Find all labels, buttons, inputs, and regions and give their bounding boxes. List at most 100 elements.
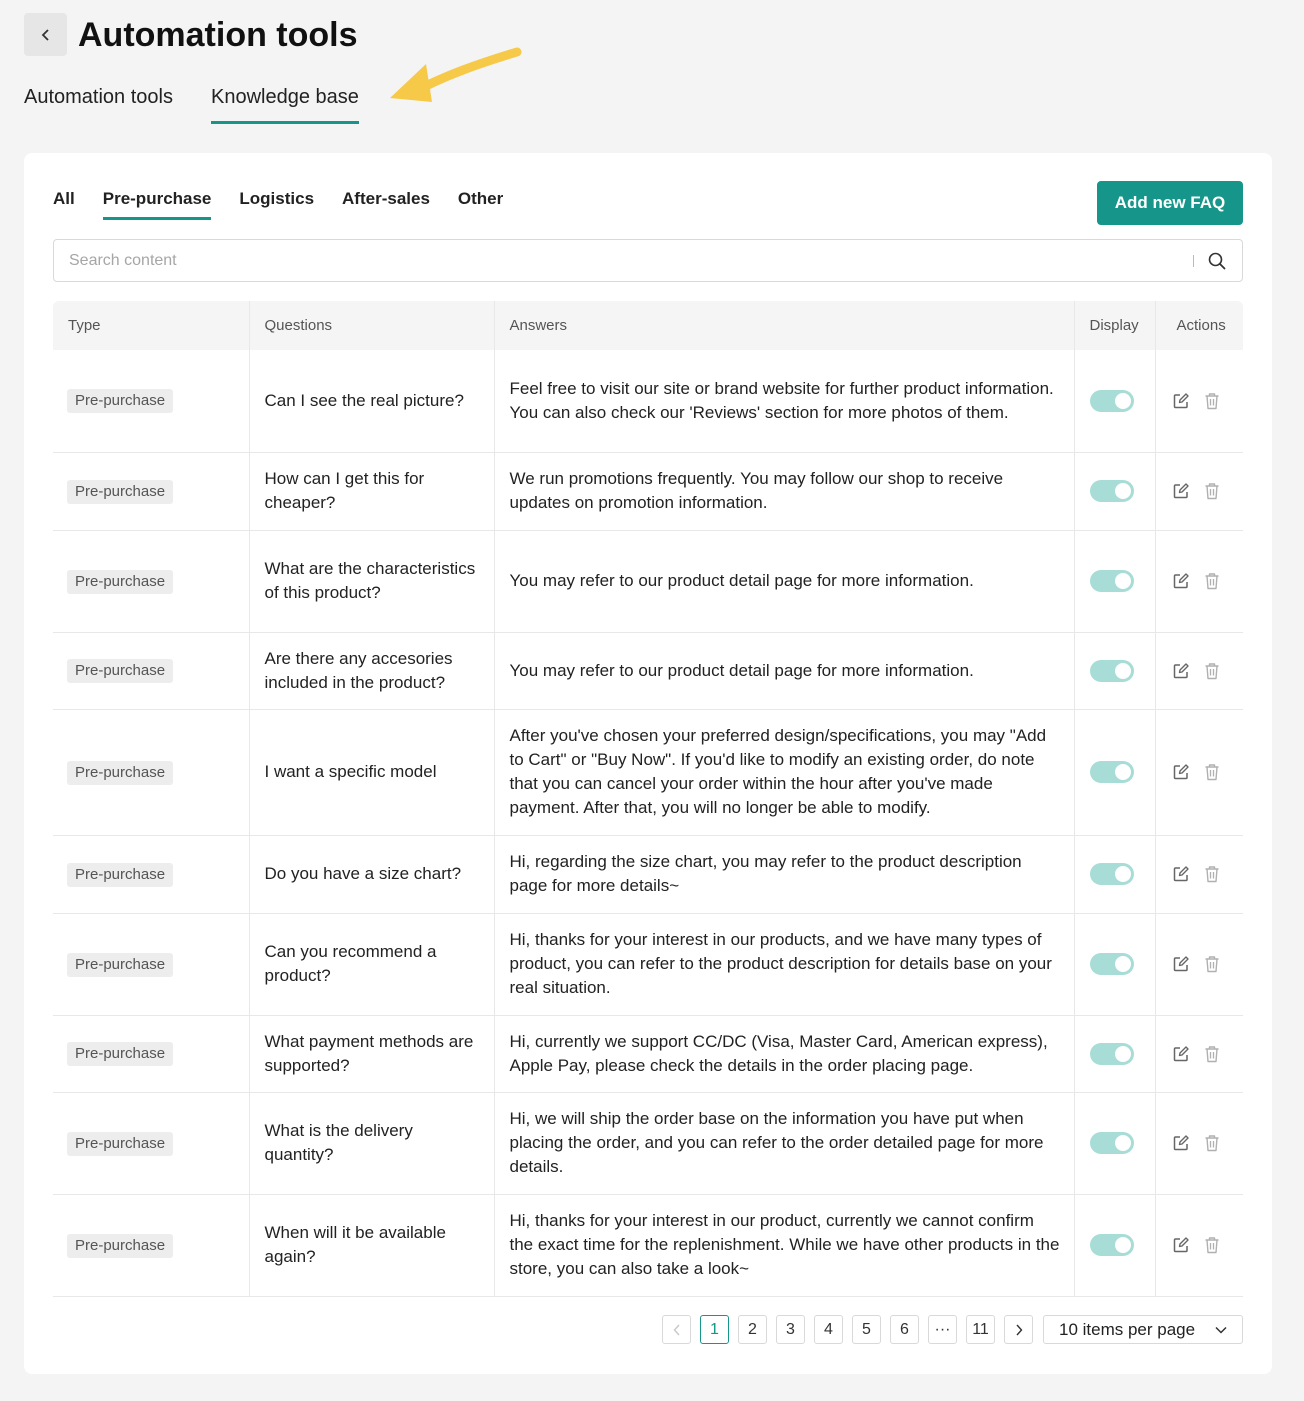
- page-button-11[interactable]: 11: [966, 1315, 995, 1344]
- display-cell: [1073, 1092, 1155, 1195]
- trash-icon[interactable]: [1204, 955, 1220, 973]
- edit-icon[interactable]: [1172, 662, 1190, 680]
- toggle-knob: [1114, 573, 1131, 589]
- tab-all[interactable]: All: [53, 189, 75, 220]
- trash-icon[interactable]: [1204, 1134, 1220, 1152]
- answer-cell: Hi, we will ship the order base on the i…: [493, 1092, 1074, 1195]
- table-row: Pre-purchase Are there any accesories inc…: [53, 632, 1243, 710]
- actions-cell: [1154, 835, 1243, 914]
- row-actions: [1171, 392, 1232, 410]
- tab-pre-purchase[interactable]: Pre-purchase: [102, 189, 212, 220]
- search-icon[interactable]: [1208, 252, 1226, 270]
- trash-icon[interactable]: [1204, 662, 1220, 680]
- trash-icon[interactable]: [1204, 572, 1220, 590]
- category-tabs: All Pre-purchase Logistics After-sales O…: [53, 189, 503, 220]
- toggle-knob: [1114, 956, 1131, 972]
- faq-table: Type Questions Answers Display Actions P…: [53, 301, 1243, 1297]
- table-row: Pre-purchase What payment methods are sup…: [53, 1015, 1243, 1093]
- table-row: Pre-purchase What are the characteristics…: [53, 530, 1243, 633]
- answer-cell: Feel free to visit our site or brand web…: [493, 350, 1074, 453]
- items-per-page-select[interactable]: 10 items per page: [1043, 1315, 1243, 1344]
- tab-logistics[interactable]: Logistics: [239, 189, 314, 220]
- display-toggle[interactable]: [1089, 863, 1134, 885]
- column-header-answers: Answers: [493, 301, 1074, 350]
- row-actions: [1171, 865, 1232, 883]
- prev-page-button[interactable]: [662, 1315, 691, 1344]
- type-cell: Pre-purchase: [53, 350, 249, 453]
- page-ellipsis[interactable]: ···: [928, 1315, 957, 1344]
- edit-icon[interactable]: [1172, 955, 1190, 973]
- edit-icon[interactable]: [1172, 482, 1190, 500]
- question-cell: Do you have a size chart?: [248, 835, 494, 914]
- edit-icon[interactable]: [1172, 392, 1190, 410]
- edit-icon[interactable]: [1172, 1045, 1190, 1063]
- page-button-2[interactable]: 2: [738, 1315, 767, 1344]
- edit-icon[interactable]: [1172, 763, 1190, 781]
- trash-icon[interactable]: [1204, 865, 1220, 883]
- edit-icon[interactable]: [1172, 1134, 1190, 1152]
- page-button-3[interactable]: 3: [776, 1315, 805, 1344]
- display-toggle[interactable]: [1089, 480, 1134, 502]
- display-toggle[interactable]: [1089, 570, 1134, 592]
- table-row: Pre-purchase I want a specific model After…: [53, 709, 1243, 836]
- column-header-type: Type: [53, 301, 249, 350]
- edit-icon[interactable]: [1172, 865, 1190, 883]
- display-cell: [1073, 913, 1155, 1016]
- edit-icon[interactable]: [1172, 1236, 1190, 1254]
- display-cell: [1073, 452, 1155, 531]
- trash-icon[interactable]: [1204, 763, 1220, 781]
- type-cell: Pre-purchase: [53, 1092, 249, 1195]
- tab-after-sales[interactable]: After-sales: [342, 189, 430, 220]
- display-toggle[interactable]: [1089, 1042, 1134, 1065]
- row-actions: [1171, 1134, 1232, 1152]
- question-cell: How can I get this for cheaper?: [248, 452, 494, 531]
- page-button-4[interactable]: 4: [814, 1315, 843, 1344]
- type-badge: Pre-purchase: [67, 479, 174, 504]
- display-toggle[interactable]: [1089, 389, 1134, 412]
- trash-icon[interactable]: [1204, 392, 1220, 410]
- chevron-down-icon: [1215, 1326, 1227, 1334]
- row-actions: [1171, 572, 1232, 590]
- display-toggle[interactable]: [1089, 953, 1134, 975]
- page-button-5[interactable]: 5: [852, 1315, 881, 1344]
- toggle-knob: [1114, 1045, 1131, 1062]
- main-tabs: Automation tools Knowledge base: [24, 84, 359, 124]
- tab-knowledge-base[interactable]: Knowledge base: [210, 84, 359, 124]
- page-button-1[interactable]: 1: [700, 1315, 729, 1344]
- actions-cell: [1154, 1194, 1243, 1297]
- table-row: Pre-purchase How can I get this for cheap…: [53, 452, 1243, 531]
- display-toggle[interactable]: [1089, 1132, 1134, 1154]
- actions-cell: [1154, 913, 1243, 1016]
- display-cell: [1073, 530, 1155, 633]
- question-cell: Can you recommend a product?: [248, 913, 494, 1016]
- page-button-6[interactable]: 6: [890, 1315, 919, 1344]
- type-badge: Pre-purchase: [67, 1042, 174, 1066]
- display-toggle[interactable]: [1089, 1234, 1134, 1256]
- knowledge-base-card: All Pre-purchase Logistics After-sales O…: [24, 153, 1272, 1374]
- back-button[interactable]: [24, 13, 67, 56]
- search-input[interactable]: [54, 240, 1193, 281]
- display-toggle[interactable]: [1089, 761, 1134, 783]
- question-cell: Are there any accesories included in the…: [248, 632, 494, 710]
- edit-icon[interactable]: [1172, 572, 1190, 590]
- toggle-knob: [1114, 662, 1131, 679]
- trash-icon[interactable]: [1204, 1045, 1220, 1063]
- next-page-button[interactable]: [1004, 1315, 1033, 1344]
- toggle-knob: [1114, 866, 1131, 882]
- toggle-knob: [1114, 1237, 1131, 1253]
- row-actions: [1171, 662, 1232, 680]
- display-toggle[interactable]: [1089, 659, 1134, 682]
- tab-other[interactable]: Other: [458, 189, 503, 220]
- actions-cell: [1154, 1092, 1243, 1195]
- trash-icon[interactable]: [1204, 482, 1220, 500]
- answer-cell: Hi, currently we support CC/DC (Visa, Ma…: [493, 1015, 1074, 1093]
- actions-cell: [1154, 350, 1243, 453]
- trash-icon[interactable]: [1204, 1236, 1220, 1254]
- question-cell: What payment methods are supported?: [248, 1015, 494, 1093]
- tab-automation-tools[interactable]: Automation tools: [24, 84, 173, 124]
- table-row: Pre-purchase When will it be available ag…: [53, 1194, 1243, 1297]
- add-new-faq-button[interactable]: Add new FAQ: [1097, 181, 1243, 225]
- type-cell: Pre-purchase: [53, 913, 249, 1016]
- actions-cell: [1154, 632, 1243, 710]
- answer-cell: Hi, thanks for your interest in our prod…: [493, 1194, 1074, 1297]
